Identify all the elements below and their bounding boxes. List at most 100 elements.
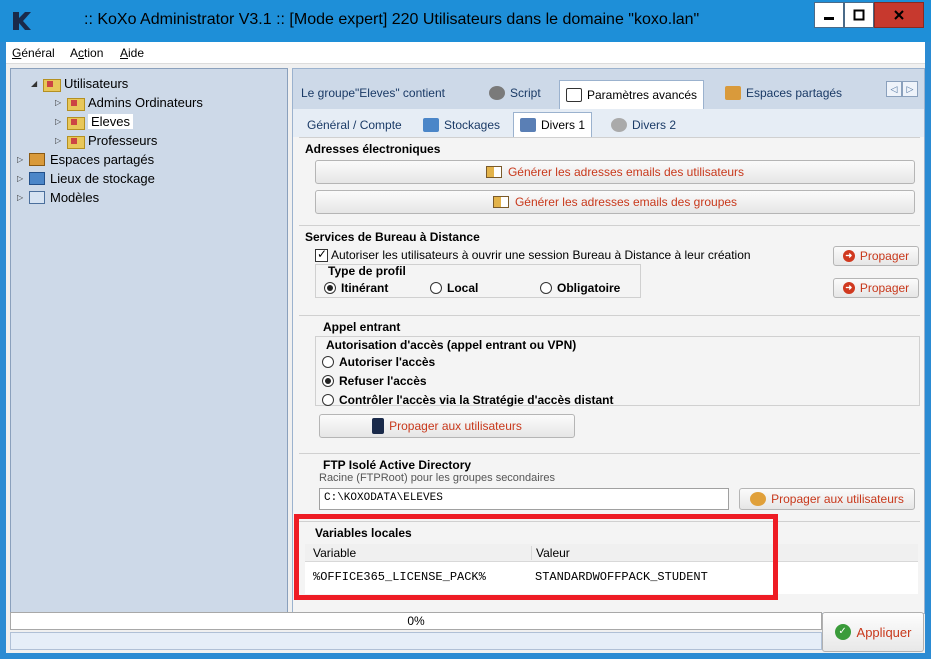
tab-script[interactable]: Script <box>483 81 547 105</box>
radio-label: Local <box>447 281 479 295</box>
share-icon <box>725 86 741 100</box>
maximize-button[interactable] <box>844 2 874 28</box>
dialin-allow-option[interactable]: Autoriser l'accès <box>322 355 435 369</box>
propagate-arrow-icon: ➜ <box>842 282 855 294</box>
expand-icon[interactable]: ▷ <box>17 193 27 202</box>
bluetooth-icon <box>372 418 385 434</box>
ftp-propagate-button[interactable]: Propager aux utilisateurs <box>739 488 915 510</box>
tab-label: Divers 1 <box>541 118 586 132</box>
close-button[interactable] <box>874 2 924 28</box>
generate-group-emails-button[interactable]: Générer les adresses emails des groupes <box>315 190 915 214</box>
tree-item-espaces-partages[interactable]: ▷ Espaces partagés <box>17 150 154 168</box>
close-icon <box>894 10 904 20</box>
sub-tab-bar: Général / Compte Stockages Divers 1 Dive… <box>293 109 924 137</box>
koxo-logo-icon <box>13 12 31 30</box>
dialin-policy-option[interactable]: Contrôler l'accès via la Stratégie d'acc… <box>322 393 614 407</box>
tab-scroll-right-icon[interactable]: ▷ <box>902 81 918 97</box>
tab-group-contains[interactable]: Le groupe"Eleves" contient <box>295 81 451 105</box>
collapse-icon[interactable]: ◢ <box>31 79 41 88</box>
radio-indicator[interactable] <box>322 356 334 368</box>
tree-item-eleves[interactable]: ▷ Eleves <box>55 112 134 130</box>
share-icon <box>29 152 45 166</box>
profile-type-title: Type de profil <box>328 264 406 278</box>
tab-advanced-settings[interactable]: Paramètres avancés <box>559 80 705 109</box>
rds-group: Services de Bureau à Distance Autoriser … <box>299 225 920 311</box>
email-group-title: Adresses électroniques <box>305 142 441 156</box>
radio-indicator[interactable] <box>322 375 334 387</box>
tab-misc-2[interactable]: Divers 2 <box>605 113 682 137</box>
red-highlight-box <box>294 514 778 600</box>
menu-general[interactable]: Général <box>12 46 55 60</box>
dialin-propagate-button[interactable]: Propager aux utilisateurs <box>319 414 575 438</box>
tree-item-label: Modèles <box>50 189 100 205</box>
misc-settings-icon <box>520 118 536 132</box>
tree-item-admins-ordinateurs[interactable]: ▷ Admins Ordinateurs <box>55 93 203 111</box>
checkbox-box[interactable] <box>315 247 328 262</box>
checkmark-icon: ✓ <box>834 624 851 640</box>
folder-icon <box>43 77 61 92</box>
tree-item-label: Utilisateurs <box>64 75 129 91</box>
tab-general-account[interactable]: Général / Compte <box>301 113 408 137</box>
tab-label: Espaces partagés <box>746 86 843 100</box>
tab-label: Divers 2 <box>632 118 677 132</box>
maximize-icon <box>853 9 865 21</box>
button-label: Appliquer <box>856 624 912 640</box>
dialin-group-title: Appel entrant <box>323 320 401 334</box>
title-bar[interactable]: :: KoXo Administrator V3.1 :: [Mode expe… <box>0 0 931 42</box>
ftp-group: FTP Isolé Active Directory Racine (FTPRo… <box>299 453 920 517</box>
profile-propagate-button[interactable]: ➜ Propager <box>833 278 919 298</box>
status-bar <box>10 632 822 650</box>
gear-icon <box>611 118 627 132</box>
dialin-deny-option[interactable]: Refuser l'accès <box>322 374 427 388</box>
button-label: Propager <box>859 249 910 263</box>
tab-misc-1[interactable]: Divers 1 <box>513 112 593 137</box>
radio-indicator[interactable] <box>540 282 552 294</box>
minimize-icon <box>824 17 834 20</box>
button-label: Générer les adresses emails des groupes <box>514 195 738 209</box>
tree-item-modeles[interactable]: ▷ Modèles <box>17 188 99 206</box>
tree-item-professeurs[interactable]: ▷ Professeurs <box>55 131 157 149</box>
email-card-icon <box>492 196 509 208</box>
access-authorization-title: Autorisation d'accès (appel entrant ou V… <box>326 338 577 352</box>
rds-group-title: Services de Bureau à Distance <box>305 230 480 244</box>
rds-allow-checkbox[interactable]: Autoriser les utilisateurs à ouvrir une … <box>315 247 751 262</box>
menu-action[interactable]: Action <box>70 46 103 60</box>
rds-propagate-button[interactable]: ➜ Propager <box>833 246 919 266</box>
access-authorization-box: Autorisation d'accès (appel entrant ou V… <box>315 336 920 407</box>
radio-indicator[interactable] <box>430 282 442 294</box>
expand-icon[interactable]: ▷ <box>55 117 65 126</box>
folder-icon <box>67 115 85 130</box>
radio-indicator[interactable] <box>324 282 336 294</box>
generate-user-emails-button[interactable]: Générer les adresses emails des utilisat… <box>315 160 915 184</box>
profile-option-local[interactable]: Local <box>430 281 478 295</box>
propagate-arrow-icon: ➜ <box>842 250 855 262</box>
storage-icon <box>29 171 45 185</box>
profile-option-itinerant[interactable]: Itinérant <box>324 281 388 295</box>
radio-label: Refuser l'accès <box>339 374 427 388</box>
button-label: Générer les adresses emails des utilisat… <box>507 165 745 179</box>
radio-label: Itinérant <box>341 281 389 295</box>
profile-option-obligatoire[interactable]: Obligatoire <box>540 281 620 295</box>
ftp-group-title: FTP Isolé Active Directory <box>323 458 472 472</box>
expand-icon[interactable]: ▷ <box>55 98 65 107</box>
expand-icon[interactable]: ▷ <box>17 155 27 164</box>
tab-storage[interactable]: Stockages <box>417 113 506 137</box>
ftp-root-input[interactable]: C:\KOXODATA\ELEVES <box>319 488 729 510</box>
checkbox-label: Autoriser les utilisateurs à ouvrir une … <box>331 248 751 262</box>
tree-view[interactable]: ◢ Utilisateurs ▷ Admins Ordinateurs ▷ El… <box>10 68 288 616</box>
tab-scroll-left-icon[interactable]: ◁ <box>886 81 902 97</box>
expand-icon[interactable]: ▷ <box>55 136 65 145</box>
tree-item-utilisateurs[interactable]: ◢ Utilisateurs <box>31 74 128 92</box>
tree-item-lieux-de-stockage[interactable]: ▷ Lieux de stockage <box>17 169 155 187</box>
radio-indicator[interactable] <box>322 394 334 406</box>
button-label: Propager aux utilisateurs <box>389 419 522 433</box>
button-label: Propager <box>859 281 910 295</box>
main-tab-bar: Le groupe"Eleves" contient Script Paramè… <box>293 69 924 109</box>
apply-button[interactable]: ✓ Appliquer <box>822 612 924 652</box>
template-icon <box>29 190 45 204</box>
menu-aide[interactable]: Aide <box>120 46 144 60</box>
settings-sheet-icon <box>566 88 582 102</box>
expand-icon[interactable]: ▷ <box>17 174 27 183</box>
tab-shared-spaces[interactable]: Espaces partagés <box>719 81 848 105</box>
minimize-button[interactable] <box>814 2 844 28</box>
